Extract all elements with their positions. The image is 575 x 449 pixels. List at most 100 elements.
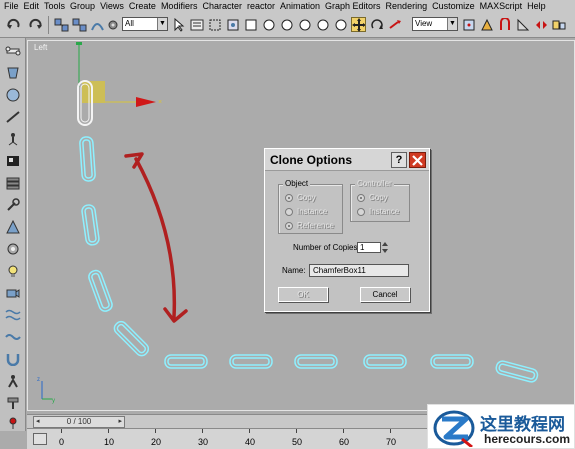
- chevron-left-icon[interactable]: ◂: [36, 417, 40, 427]
- object-groupbox: Object Copy Instance Reference: [278, 179, 343, 234]
- circle-icon-4[interactable]: [316, 17, 331, 32]
- stack-icon[interactable]: [4, 174, 22, 191]
- angle-snap-icon[interactable]: [516, 17, 531, 32]
- red-arrow-icon: [389, 17, 404, 32]
- cog-icon[interactable]: [4, 240, 22, 257]
- copies-spinner[interactable]: 1: [357, 242, 381, 253]
- window-crossing-icon[interactable]: [226, 17, 241, 32]
- object-instance-option[interactable]: Instance: [285, 207, 327, 216]
- circle-icon-3[interactable]: [298, 17, 313, 32]
- redo-icon[interactable]: [28, 17, 43, 32]
- square-icon[interactable]: [244, 17, 259, 32]
- menu-bar: File Edit Tools Group Views Create Modif…: [0, 0, 575, 13]
- menu-file[interactable]: File: [4, 0, 24, 13]
- menu-rendering[interactable]: Rendering: [386, 0, 433, 13]
- circle-icon-5[interactable]: [334, 17, 349, 32]
- unlink-selection-icon[interactable]: [72, 17, 87, 32]
- camera-icon[interactable]: [4, 284, 22, 301]
- character-icon[interactable]: [4, 372, 22, 389]
- mirror-icon[interactable]: [534, 17, 549, 32]
- bind-space-warp-icon[interactable]: [90, 17, 105, 32]
- selection-filter-dropdown[interactable]: All ▼: [122, 17, 168, 31]
- menu-help[interactable]: Help: [527, 0, 551, 13]
- copies-spinner-arrows[interactable]: [382, 242, 388, 253]
- menu-character[interactable]: Character: [202, 0, 247, 13]
- selection-filter-value: All: [125, 19, 134, 28]
- ruler-tick-10: 10: [104, 437, 115, 447]
- bone-icon[interactable]: [4, 42, 22, 59]
- select-and-rotate-icon[interactable]: [370, 17, 385, 32]
- radio-controller-copy[interactable]: [357, 193, 365, 202]
- select-by-name-icon[interactable]: [190, 17, 205, 32]
- menu-tools[interactable]: Tools: [44, 0, 70, 13]
- menu-views[interactable]: Views: [100, 0, 129, 13]
- pivot-center-icon[interactable]: [462, 17, 477, 32]
- help-button[interactable]: ?: [391, 152, 407, 168]
- light-icon[interactable]: [4, 262, 22, 279]
- display-icon[interactable]: [4, 152, 22, 169]
- cancel-button[interactable]: Cancel: [360, 287, 410, 302]
- object-reference-option[interactable]: Reference: [285, 221, 334, 230]
- magnet-icon[interactable]: [4, 350, 22, 367]
- controller-group-title: Controller: [355, 179, 394, 188]
- chevron-right-icon[interactable]: ▸: [118, 417, 122, 427]
- chevron-down-icon: ▼: [447, 18, 457, 30]
- pin-icon[interactable]: [4, 414, 22, 431]
- ok-button[interactable]: OK: [278, 287, 328, 302]
- menu-create[interactable]: Create: [129, 0, 161, 13]
- align-icon[interactable]: [552, 17, 567, 32]
- name-label: Name:: [282, 266, 306, 275]
- x-axis-arrow-icon: [136, 97, 156, 107]
- helper-icon[interactable]: [4, 218, 22, 235]
- name-value: ChamferBox11: [313, 266, 366, 275]
- track-bar-toggle-icon[interactable]: [33, 433, 47, 445]
- skin-icon[interactable]: [4, 64, 22, 81]
- select-and-manipulate-icon[interactable]: [480, 17, 495, 32]
- menu-graph-editors[interactable]: Graph Editors: [325, 0, 386, 13]
- radio-controller-instance[interactable]: [357, 207, 365, 216]
- object-copy-option[interactable]: Copy: [285, 193, 316, 202]
- menu-group[interactable]: Group: [70, 0, 100, 13]
- menu-animation[interactable]: Animation: [280, 0, 325, 13]
- sphere-icon[interactable]: [4, 86, 22, 103]
- tape-icon[interactable]: [4, 108, 22, 125]
- select-and-move-icon[interactable]: [351, 17, 366, 32]
- reference-coord-dropdown[interactable]: View ▼: [412, 17, 458, 31]
- name-input[interactable]: ChamferBox11: [309, 264, 409, 277]
- close-button[interactable]: [409, 152, 426, 168]
- reference-coord-value: View: [415, 19, 433, 28]
- controller-instance-option[interactable]: Instance: [357, 207, 399, 216]
- biped-icon[interactable]: [4, 130, 22, 147]
- wave-icon[interactable]: [4, 328, 22, 345]
- green-marker-icon: [76, 42, 82, 45]
- select-object-icon[interactable]: [172, 17, 187, 32]
- dialog-titlebar[interactable]: Clone Options ?: [265, 149, 429, 171]
- wrench-icon[interactable]: [4, 196, 22, 213]
- main-toolbar: All ▼ View ▼: [0, 13, 575, 38]
- undo-icon[interactable]: [6, 17, 21, 32]
- logo-url: herecours.com: [484, 432, 571, 446]
- controller-groupbox: Controller Copy Instance: [350, 179, 410, 222]
- menu-reactor[interactable]: reactor: [247, 0, 280, 13]
- svg-text:z: z: [37, 377, 40, 383]
- rectangular-region-icon[interactable]: [208, 17, 223, 32]
- time-slider[interactable]: ◂ 0 / 100 ▸: [33, 416, 125, 428]
- object-group-title: Object: [283, 179, 311, 188]
- menu-maxscript[interactable]: MAXScript: [480, 0, 528, 13]
- spacewarp-icon[interactable]: [4, 306, 22, 323]
- menu-customize[interactable]: Customize: [432, 0, 480, 13]
- circle-icon[interactable]: [262, 17, 277, 32]
- site-logo: 这里教程网 herecours.com: [427, 404, 575, 449]
- select-and-link-icon[interactable]: [54, 17, 69, 32]
- gear-icon[interactable]: [106, 17, 121, 32]
- controller-copy-option[interactable]: Copy: [357, 193, 388, 202]
- hammer-icon[interactable]: [4, 394, 22, 411]
- menu-modifiers[interactable]: Modifiers: [161, 0, 203, 13]
- radio-reference[interactable]: [285, 221, 293, 230]
- circle-icon-2[interactable]: [280, 17, 295, 32]
- menu-edit[interactable]: Edit: [24, 0, 45, 13]
- radio-instance[interactable]: [285, 207, 293, 216]
- snap-toggle-icon[interactable]: [498, 17, 513, 32]
- radio-copy[interactable]: [285, 193, 293, 202]
- object-copy-label: Copy: [297, 193, 316, 202]
